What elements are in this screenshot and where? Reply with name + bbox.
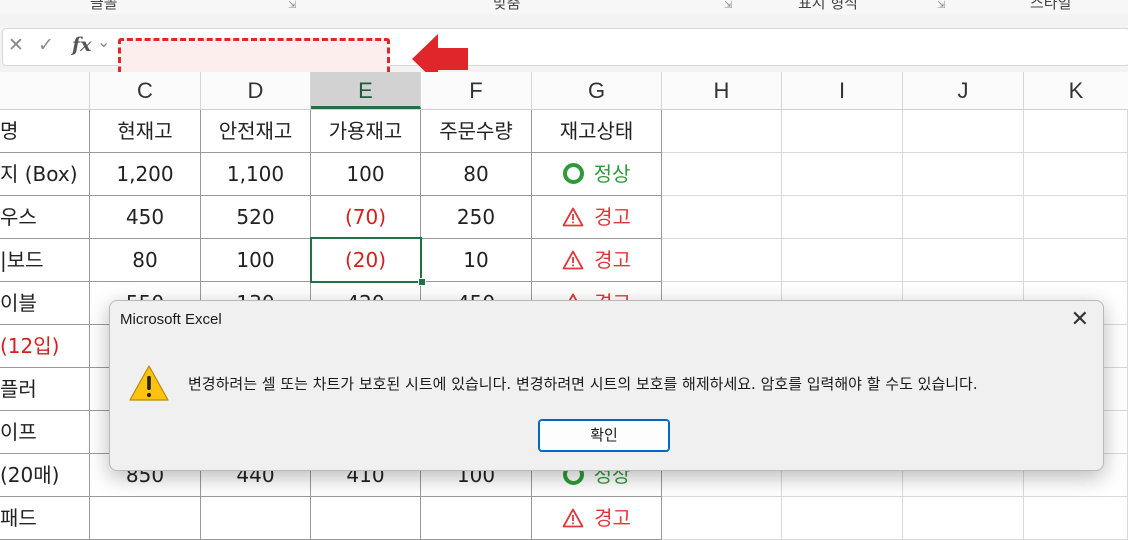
enter-icon[interactable]: ✓ [38,33,54,57]
active-cell-e[interactable] [310,237,422,283]
table-cell[interactable]: 520 [201,196,311,239]
table-cell[interactable]: 450 [90,196,201,239]
warning-icon [129,365,169,401]
table-cell[interactable]: 10 [421,239,532,282]
table-cell[interactable]: 80 [90,239,201,282]
ribbon-group-styles: 스타일 [1030,0,1072,12]
table-cell[interactable]: 경고 [532,196,662,239]
table-cell[interactable] [90,497,201,540]
empty-cell[interactable] [1024,110,1128,153]
table-cell[interactable]: 이프 [0,411,90,454]
ok-circle-icon [562,163,584,184]
table-cell[interactable]: 이블 [0,282,90,325]
empty-cell[interactable] [782,196,903,239]
empty-cell[interactable] [662,196,782,239]
warning-triangle-icon [562,242,584,281]
empty-cell[interactable] [662,153,782,196]
column-header-j[interactable]: J [903,72,1024,109]
ribbon-group-number: 표시 형식 [798,0,858,12]
formula-bar: ✕ ✓ fx ⌄ [0,14,1128,84]
table-cell[interactable]: 100 [201,239,311,282]
empty-cell[interactable] [662,110,782,153]
ribbon-group-labels: 글꼴 ⇲ 맞춤 ⇲ 표시 형식 ⇲ 스타일 [0,0,1128,15]
cancel-icon[interactable]: ✕ [8,33,24,57]
table-cell[interactable]: 100 [311,153,421,196]
table-cell[interactable]: (20매) [0,454,90,497]
column-header-row: C D E F G H I J K [0,72,1128,110]
table-cell[interactable]: 우스 [0,196,90,239]
empty-cell[interactable] [1024,196,1128,239]
dialog-launcher-icon[interactable]: ⇲ [937,0,945,11]
close-icon[interactable]: ✕ [1071,307,1089,333]
table-cell[interactable] [421,497,532,540]
table-cell[interactable]: 1,200 [90,153,201,196]
column-header-c[interactable]: C [90,72,201,109]
table-cell[interactable]: 지 (Box) [0,153,90,196]
empty-cell[interactable] [662,239,782,282]
ribbon-group-alignment: 맞춤 [493,0,521,12]
table-cell[interactable]: (12입) [0,325,90,368]
warning-triangle-icon [562,199,584,238]
header-cell[interactable]: 명 [0,110,90,153]
protected-sheet-dialog: Microsoft Excel ✕ 변경하려는 셀 또는 차트가 보호된 시트에… [109,300,1104,471]
empty-cell[interactable] [903,196,1024,239]
column-header-i[interactable]: I [782,72,903,109]
column-header-h[interactable]: H [662,72,782,109]
status-label: 경고 [594,205,631,229]
empty-cell[interactable] [782,110,903,153]
dialog-launcher-icon[interactable]: ⇲ [288,0,296,11]
status-label: 정상 [593,162,631,186]
table-cell[interactable]: (70) [311,196,421,239]
column-header-d[interactable]: D [201,72,311,109]
ok-button[interactable]: 확인 [538,419,670,452]
empty-cell[interactable] [903,153,1024,196]
column-header-e[interactable]: E [311,72,421,109]
empty-cell[interactable] [903,497,1024,540]
empty-cell[interactable] [1024,239,1128,282]
empty-cell[interactable] [903,239,1024,282]
empty-cell[interactable] [662,497,782,540]
header-cell[interactable]: 가용재고 [311,110,421,153]
empty-cell[interactable] [782,153,903,196]
fill-handle[interactable] [418,278,426,286]
table-cell[interactable] [311,497,421,540]
table-cell[interactable]: 정상 [532,153,662,196]
dialog-launcher-icon[interactable]: ⇲ [724,0,732,11]
empty-cell[interactable] [1024,153,1128,196]
empty-cell[interactable] [903,110,1024,153]
status-label: 경고 [594,248,631,272]
table-cell[interactable]: |보드 [0,239,90,282]
table-cell[interactable]: 80 [421,153,532,196]
table-cell[interactable]: 경고 [532,497,662,540]
table-cell[interactable]: 플러 [0,368,90,411]
table-cell[interactable]: 경고 [532,239,662,282]
table-cell[interactable]: 250 [421,196,532,239]
warning-triangle-icon [562,500,584,539]
header-cell[interactable]: 안전재고 [201,110,311,153]
dialog-message: 변경하려는 셀 또는 차트가 보호된 시트에 있습니다. 변경하려면 시트의 보… [188,375,978,393]
column-header-f[interactable]: F [421,72,532,109]
empty-cell[interactable] [782,497,903,540]
header-cell[interactable]: 주문수량 [421,110,532,153]
status-label: 경고 [594,506,631,530]
insert-function-button[interactable]: fx [72,33,92,57]
column-header-blank [0,72,90,109]
column-header-k[interactable]: K [1024,72,1128,109]
empty-cell[interactable] [1024,497,1128,540]
empty-cell[interactable] [782,239,903,282]
dialog-title: Microsoft Excel [120,311,222,328]
ribbon-group-font: 글꼴 [90,0,118,12]
table-cell[interactable]: 패드 [0,497,90,540]
table-cell[interactable] [201,497,311,540]
table-cell[interactable]: 1,100 [201,153,311,196]
column-header-g[interactable]: G [532,72,662,109]
chevron-down-icon[interactable]: ⌄ [97,30,110,54]
header-cell[interactable]: 재고상태 [532,110,662,153]
header-cell[interactable]: 현재고 [90,110,201,153]
